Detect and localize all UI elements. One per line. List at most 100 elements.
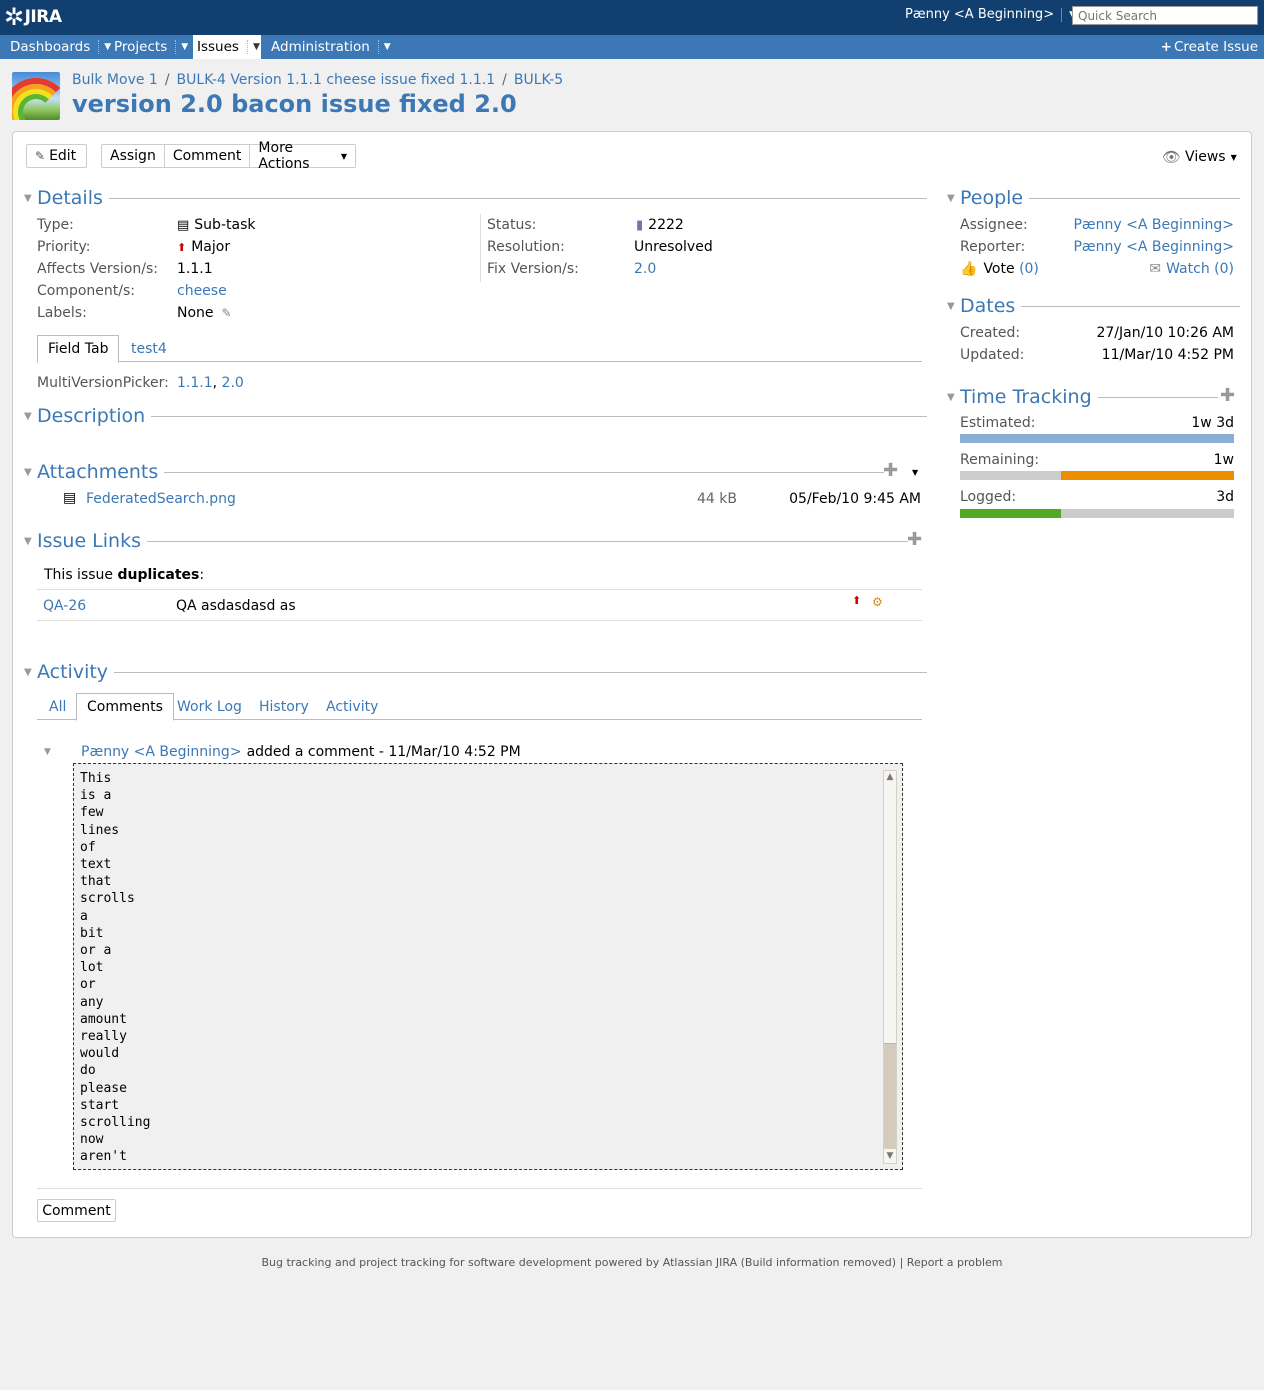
chevron-down-icon[interactable]: ▼ bbox=[246, 40, 260, 54]
edit-button[interactable]: ✎ Edit bbox=[26, 144, 87, 168]
scrollbar-thumb[interactable] bbox=[884, 1043, 896, 1149]
affects-version-value: 1.1.1 bbox=[177, 261, 213, 277]
nav-issues[interactable]: Issues ▼ bbox=[193, 35, 261, 59]
add-link-icon[interactable]: ✚ bbox=[907, 530, 922, 550]
multiversionpicker-value: 1.1.1, 2.0 bbox=[177, 375, 244, 391]
views-menu[interactable]: 👁 Views ▼ bbox=[1162, 148, 1237, 166]
footer-text: Bug tracking and project tracking for so… bbox=[261, 1256, 897, 1269]
divider bbox=[480, 214, 481, 282]
log-work-icon[interactable]: ✚ bbox=[1220, 386, 1235, 406]
assign-button[interactable]: Assign bbox=[102, 145, 165, 167]
comment-meta: added a comment - 11/Mar/10 4:52 PM bbox=[246, 744, 521, 760]
report-problem-link[interactable]: Report a problem bbox=[907, 1256, 1003, 1269]
fix-version-label: Fix Version/s: bbox=[487, 261, 579, 277]
vote-label: Vote bbox=[983, 261, 1015, 277]
chevron-down-icon[interactable]: ▼ bbox=[175, 40, 188, 54]
project-avatar[interactable] bbox=[12, 72, 60, 120]
chevron-down-icon[interactable]: ▼ bbox=[377, 40, 391, 54]
priority-value: ⬆ Major bbox=[177, 239, 230, 255]
tab-history[interactable]: History bbox=[249, 693, 319, 720]
dates-section-header[interactable]: ▼ Dates bbox=[947, 295, 1240, 317]
nav-label: Administration bbox=[271, 39, 370, 55]
subtask-icon: ▤ bbox=[177, 218, 190, 233]
comment-author-link[interactable]: Pænny <A Beginning> bbox=[81, 744, 242, 760]
main-nav: Dashboards ▼ Projects ▼ Issues ▼ Adminis… bbox=[0, 35, 1264, 59]
issue-links-heading: Issue Links bbox=[37, 530, 141, 552]
collapse-icon[interactable]: ▼ bbox=[24, 411, 37, 422]
version-link[interactable]: 1.1.1 bbox=[177, 375, 213, 391]
collapse-icon[interactable]: ▼ bbox=[24, 667, 37, 678]
scroll-up-icon[interactable]: ▲ bbox=[884, 771, 896, 784]
remaining-bar bbox=[960, 471, 1234, 480]
activity-section-header[interactable]: ▼ Activity bbox=[24, 661, 927, 683]
linked-issue-key[interactable]: QA-26 bbox=[43, 598, 86, 614]
tab-field-tab[interactable]: Field Tab bbox=[37, 335, 120, 363]
collapse-comment-icon[interactable]: ▼ bbox=[44, 747, 81, 757]
watch-count[interactable]: (0) bbox=[1214, 261, 1234, 277]
time-tracking-section-header[interactable]: ▼ Time Tracking bbox=[947, 386, 1218, 408]
resolution-label: Resolution: bbox=[487, 239, 565, 255]
views-label: Views bbox=[1185, 149, 1226, 165]
issue-title: version 2.0 bacon issue fixed 2.0 bbox=[72, 90, 517, 118]
pencil-icon: ✎ bbox=[35, 149, 46, 163]
watch-control[interactable]: ✉ Watch (0) bbox=[1149, 261, 1234, 277]
create-issue-link[interactable]: + Create Issue bbox=[1161, 35, 1258, 59]
version-link[interactable]: 2.0 bbox=[222, 375, 244, 391]
comment-body[interactable]: This is a few lines of text that scrolls… bbox=[73, 763, 903, 1170]
more-actions-button[interactable]: More Actions ▼ bbox=[250, 140, 355, 172]
tab-work-log[interactable]: Work Log bbox=[167, 693, 252, 720]
quick-search-input[interactable] bbox=[1072, 6, 1258, 25]
updated-value: 11/Mar/10 4:52 PM bbox=[1101, 347, 1234, 363]
divider bbox=[108, 197, 927, 199]
component-link[interactable]: cheese bbox=[177, 283, 227, 299]
scroll-down-icon[interactable]: ▼ bbox=[884, 1150, 896, 1163]
divider bbox=[151, 415, 927, 417]
multiversionpicker-label: MultiVersionPicker: bbox=[37, 375, 169, 391]
people-section-header[interactable]: ▼ People bbox=[947, 187, 1240, 209]
priority-text: Major bbox=[191, 239, 231, 255]
details-heading: Details bbox=[37, 187, 103, 209]
status-icon: ▮ bbox=[636, 218, 644, 233]
status-label: Status: bbox=[487, 217, 537, 233]
vote-count[interactable]: (0) bbox=[1019, 261, 1039, 277]
pencil-icon[interactable]: ✎ bbox=[222, 306, 232, 320]
collapse-icon[interactable]: ▼ bbox=[24, 536, 37, 547]
details-section-header[interactable]: ▼ Details bbox=[24, 187, 927, 209]
collapse-icon[interactable]: ▼ bbox=[947, 193, 960, 204]
divider bbox=[1097, 396, 1218, 398]
collapse-icon[interactable]: ▼ bbox=[947, 301, 960, 312]
footer: Bug tracking and project tracking for so… bbox=[0, 1256, 1264, 1269]
tab-test4[interactable]: test4 bbox=[121, 335, 177, 362]
nav-projects[interactable]: Projects ▼ bbox=[104, 35, 188, 59]
scrollbar[interactable]: ▲ ▼ bbox=[883, 770, 897, 1164]
reporter-link[interactable]: Pænny <A Beginning> bbox=[1073, 239, 1234, 255]
chevron-down-icon[interactable]: ▼ bbox=[912, 468, 918, 477]
collapse-icon[interactable]: ▼ bbox=[24, 193, 37, 204]
collapse-icon[interactable]: ▼ bbox=[947, 392, 960, 403]
issue-links-section-header[interactable]: ▼ Issue Links bbox=[24, 530, 908, 552]
nav-dashboards[interactable]: Dashboards ▼ bbox=[0, 35, 111, 59]
assignee-link[interactable]: Pænny <A Beginning> bbox=[1073, 217, 1234, 233]
labels-text: None bbox=[177, 305, 214, 321]
jira-logo[interactable]: ✲ JIRA bbox=[4, 3, 62, 31]
vote-control[interactable]: 👍 Vote (0) bbox=[960, 261, 1039, 277]
tab-activity[interactable]: Activity bbox=[316, 693, 388, 720]
tab-all[interactable]: All bbox=[39, 693, 76, 720]
comment-button[interactable]: Comment bbox=[165, 145, 251, 167]
user-menu[interactable]: Pænny <A Beginning> ▼ bbox=[905, 7, 1076, 22]
fix-version-link[interactable]: 2.0 bbox=[634, 261, 656, 277]
breadcrumb-parent-issue[interactable]: BULK-4 Version 1.1.1 cheese issue fixed … bbox=[177, 72, 496, 88]
breadcrumb-issue-key[interactable]: BULK-5 bbox=[514, 72, 563, 88]
collapse-icon[interactable]: ▼ bbox=[24, 467, 37, 478]
attachments-section-header[interactable]: ▼ Attachments bbox=[24, 461, 884, 483]
add-comment-button[interactable]: Comment bbox=[37, 1199, 116, 1222]
thumbs-up-icon: 👍 bbox=[960, 261, 978, 277]
breadcrumb-project[interactable]: Bulk Move 1 bbox=[72, 72, 158, 88]
tab-comments[interactable]: Comments bbox=[76, 693, 174, 721]
nav-administration[interactable]: Administration ▼ bbox=[261, 35, 391, 59]
description-section-header[interactable]: ▼ Description bbox=[24, 405, 927, 427]
attachment-link[interactable]: FederatedSearch.png bbox=[86, 491, 236, 507]
footer-separator: | bbox=[899, 1256, 904, 1269]
watch-label[interactable]: Watch bbox=[1166, 261, 1210, 277]
add-attachment-icon[interactable]: ✚ bbox=[883, 461, 898, 481]
